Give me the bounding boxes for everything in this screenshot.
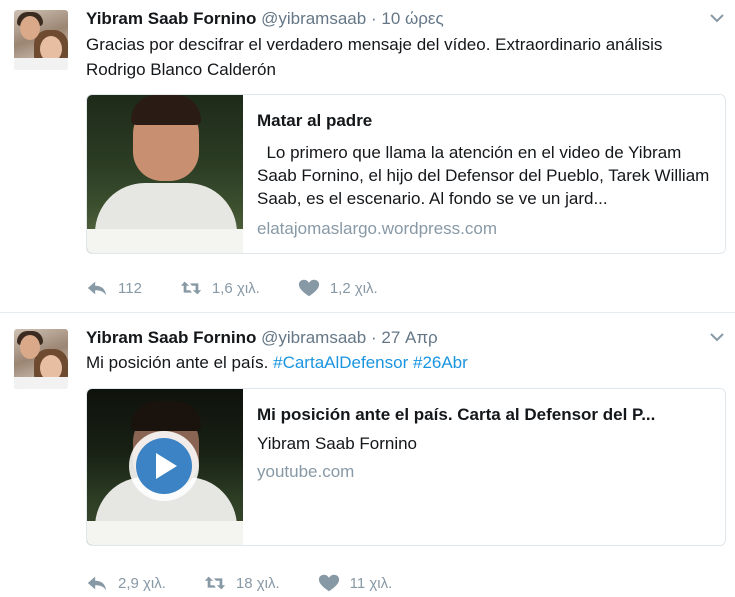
separator-dot: · (370, 328, 377, 347)
like-count: 11 χιλ. (349, 574, 393, 592)
card-description: Lo primero que llama la atención en el v… (257, 143, 715, 208)
chevron-down-icon[interactable] (709, 329, 725, 345)
chevron-down-icon[interactable] (709, 10, 725, 26)
retweet-count: 1,6 χιλ. (211, 279, 260, 297)
card-description: Yibram Saab Fornino (257, 434, 418, 453)
reply-icon (87, 576, 107, 591)
thumbnail-image-part (87, 521, 243, 545)
user-handle[interactable]: @yibramsaab (261, 328, 366, 347)
user-name[interactable]: Yibram Saab Fornino (86, 9, 256, 28)
link-card[interactable]: Matar al padre Lo primero que llama la a… (86, 94, 726, 254)
reply-icon (87, 281, 107, 296)
card-thumbnail[interactable] (87, 95, 243, 253)
retweet-count: 18 χιλ. (235, 574, 280, 592)
avatar-image-part (20, 16, 40, 40)
card-title[interactable]: Matar al padre (257, 111, 713, 131)
retweet-icon (180, 281, 202, 295)
reply-count: 112 (118, 279, 142, 297)
tweet-text: Mi posición ante el país. #CartaAlDefens… (86, 350, 716, 375)
thumbnail-image-part (87, 229, 243, 253)
tweet-header: Yibram Saab Fornino @yibramsaab · 27 Απρ (86, 328, 438, 348)
tweet-timestamp[interactable]: 10 ώρες (381, 9, 443, 28)
like-button[interactable]: 11 χιλ. (318, 573, 393, 593)
tweet[interactable]: Yibram Saab Fornino @yibramsaab · 10 ώρε… (0, 0, 735, 313)
reply-count: 2,9 χιλ. (118, 574, 166, 592)
tweet-actions: 112 1,6 χιλ. 1,2 χιλ. (86, 276, 416, 300)
hashtag-link[interactable]: #CartaAlDefensor (273, 353, 408, 372)
retweet-button[interactable]: 1,6 χιλ. (180, 278, 260, 298)
card-domain[interactable]: youtube.com (257, 462, 713, 482)
avatar[interactable] (14, 329, 68, 389)
like-button[interactable]: 1,2 χιλ. (298, 278, 378, 298)
retweet-icon (204, 576, 225, 590)
user-name[interactable]: Yibram Saab Fornino (86, 328, 256, 347)
reply-button[interactable]: 2,9 χιλ. (86, 573, 166, 593)
separator-dot: · (370, 9, 377, 28)
thumbnail-image-part (131, 401, 201, 431)
thumbnail-image-part (131, 95, 201, 125)
tweet-timestamp[interactable]: 27 Απρ (381, 328, 437, 347)
tweet-text: Gracias por descifrar el verdadero mensa… (86, 35, 663, 79)
like-count: 1,2 χιλ. (329, 279, 378, 297)
card-title[interactable]: Mi posición ante el país. Carta al Defen… (257, 405, 713, 425)
user-handle[interactable]: @yibramsaab (261, 9, 366, 28)
tweet-actions: 2,9 χιλ. 18 χιλ. 11 χιλ. (86, 571, 430, 595)
avatar[interactable] (14, 10, 68, 70)
tweet[interactable]: Yibram Saab Fornino @yibramsaab · 27 Απρ… (0, 313, 735, 597)
card-body: Mi posición ante el país. Carta al Defen… (257, 389, 713, 482)
play-button[interactable] (129, 431, 199, 501)
avatar-image-part (14, 58, 68, 70)
reply-button[interactable]: 112 (86, 278, 142, 298)
tweet-text-plain: Mi posición ante el país. (86, 353, 269, 372)
retweet-button[interactable]: 18 χιλ. (204, 573, 280, 593)
link-card[interactable]: Mi posición ante el país. Carta al Defen… (86, 388, 726, 546)
card-thumbnail[interactable] (87, 389, 243, 545)
avatar-image-part (14, 377, 68, 389)
play-icon (136, 438, 192, 494)
tweet-header: Yibram Saab Fornino @yibramsaab · 10 ώρε… (86, 9, 444, 29)
card-domain[interactable]: elatajomaslargo.wordpress.com (257, 219, 713, 239)
hashtag-link[interactable]: #26Abr (413, 353, 468, 372)
avatar-image-part (20, 335, 40, 359)
card-body: Matar al padre Lo primero que llama la a… (257, 95, 713, 239)
heart-icon (318, 574, 339, 592)
heart-icon (298, 279, 319, 297)
